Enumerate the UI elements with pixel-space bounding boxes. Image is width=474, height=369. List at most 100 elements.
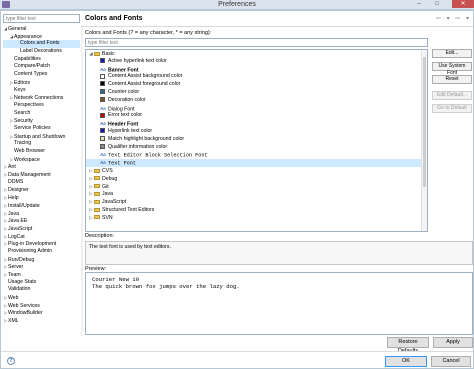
restore-defaults-button[interactable]: Restore Defaults — [387, 337, 429, 354]
color-row[interactable]: Match highlight background color — [86, 136, 427, 144]
item-label: Content Assist background color — [108, 73, 183, 80]
minimize-button[interactable]: – — [412, 0, 426, 8]
nav-item[interactable]: Provisioning Admin — [3, 248, 80, 256]
nav-scrollbar[interactable] — [81, 25, 83, 336]
nav-item[interactable]: Keys — [3, 87, 80, 95]
color-row[interactable]: Qualifier information color — [86, 144, 427, 152]
item-label: Text Font — [108, 160, 137, 167]
nav-item[interactable]: DDMS — [3, 179, 80, 187]
apply-button[interactable]: Apply — [433, 337, 473, 348]
nav-item[interactable]: ▷Workspace — [3, 156, 80, 164]
nav-item[interactable]: ◢General — [3, 25, 80, 33]
color-row[interactable]: Hyperlink text color — [86, 128, 427, 136]
nav-item[interactable]: ▷Install/Update — [3, 202, 80, 210]
scroll-thumb[interactable] — [423, 57, 426, 187]
title-separator — [81, 26, 473, 27]
go-to-default-button[interactable]: Go to Default — [432, 104, 472, 113]
item-label: Error text color — [108, 112, 143, 119]
cancel-button[interactable]: Cancel — [431, 356, 471, 367]
nav-item[interactable]: ◢Appearance — [3, 33, 80, 41]
nav-item-label: Run/Debug — [8, 256, 35, 263]
nav-item[interactable]: ▷Run/Debug — [3, 256, 80, 264]
category-row[interactable]: ▷ Git — [86, 183, 427, 191]
history-nav-arrows[interactable]: ⇦ ▾ ⇨ ▾ — [436, 15, 471, 22]
color-row[interactable]: Content Assist foreground color — [86, 81, 427, 89]
nav-item[interactable]: ▷Web Services — [3, 302, 80, 310]
item-label: Text Editor Block Selection Font — [108, 152, 208, 159]
font-row[interactable]: Aa Header Font — [86, 120, 427, 128]
nav-item-label: Web Browser — [14, 148, 46, 154]
color-row[interactable]: Decoration color — [86, 97, 427, 105]
color-swatch-icon — [100, 135, 105, 141]
item-label: Banner Font — [108, 66, 139, 73]
color-row[interactable]: Content Assist background color — [86, 73, 427, 81]
nav-item[interactable]: ▷Server — [3, 263, 80, 271]
font-row[interactable]: Aa Dialog Font — [86, 105, 427, 113]
nav-item-label: Designer — [8, 187, 29, 194]
category-row[interactable]: ▷ Java — [86, 190, 427, 198]
item-label: Active hyperlink text color — [108, 57, 167, 64]
nav-item[interactable]: ▷Ant — [3, 163, 80, 171]
nav-item[interactable]: Label Decorations — [3, 48, 80, 56]
font-row[interactable]: Aa Text Font — [86, 159, 427, 167]
item-label: JavaScript — [102, 199, 127, 206]
nav-item[interactable]: ▷XML — [3, 317, 80, 325]
nav-item[interactable]: Usage Stats — [3, 279, 80, 287]
footer-separator — [1, 351, 473, 352]
nav-item[interactable]: ▷JavaScript — [3, 225, 80, 233]
nav-item[interactable]: Content Types — [3, 71, 80, 79]
nav-filter-input[interactable]: type filter text — [3, 14, 80, 23]
nav-item-label: Usage Stats — [8, 278, 37, 285]
item-label: Debug — [102, 175, 118, 182]
nav-item[interactable]: Capabilities — [3, 56, 80, 64]
category-row[interactable]: ◢ Basic — [86, 50, 427, 58]
maximize-button[interactable]: □ — [430, 0, 444, 8]
nav-item[interactable]: Service Policies — [3, 125, 80, 133]
nav-item[interactable]: Compare/Patch — [3, 63, 80, 71]
nav-item[interactable]: ▷Web — [3, 294, 80, 302]
nav-item[interactable]: ▷Team — [3, 271, 80, 279]
reset-button[interactable]: Reset — [432, 75, 472, 84]
nav-item[interactable]: ▷Network Connections — [3, 94, 80, 102]
font-row[interactable]: Aa Banner Font — [86, 66, 427, 74]
nav-item[interactable]: ▷Security — [3, 117, 80, 125]
edit-default-button[interactable]: Edit Default... — [432, 91, 472, 100]
color-row[interactable]: Counter color — [86, 89, 427, 97]
font-row[interactable]: Aa Text Editor Block Selection Font — [86, 151, 427, 159]
category-row[interactable]: ▷ CVS — [86, 167, 427, 175]
nav-item[interactable]: ▷Designer — [3, 186, 80, 194]
nav-item[interactable]: Colors and Fonts — [3, 40, 80, 49]
nav-item[interactable]: Validation — [3, 286, 80, 294]
close-button[interactable]: ✕ — [452, 0, 474, 8]
nav-item[interactable]: ▷Java EE — [3, 217, 80, 225]
ok-button[interactable]: OK — [385, 356, 427, 367]
help-icon[interactable]: ? — [7, 357, 15, 365]
color-row[interactable]: Active hyperlink text color — [86, 58, 427, 66]
colors-tree-scrollbar[interactable] — [421, 50, 427, 231]
nav-item-label: Validation — [8, 286, 31, 293]
category-row[interactable]: ▷ Debug — [86, 175, 427, 183]
preference-tree: ◢General ◢Appearance Colors and Fonts Label… — [3, 25, 80, 336]
colors-filter-input[interactable]: type filter text — [85, 38, 428, 47]
edit-button[interactable]: Edit... — [432, 49, 472, 58]
nav-item[interactable]: ▷LogCat — [3, 233, 80, 241]
folder-icon — [94, 168, 100, 173]
category-row[interactable]: ▷ JavaScript — [86, 198, 427, 206]
category-row[interactable]: ▷ Structured Text Editors — [86, 206, 427, 214]
category-row[interactable]: ▷ SVN — [86, 214, 427, 222]
nav-item[interactable]: Perspectives — [3, 102, 80, 110]
use-system-font-button[interactable]: Use System Font — [432, 62, 472, 76]
nav-item[interactable]: ▷Editors — [3, 79, 80, 87]
nav-item[interactable]: ▷Plug-in Development — [3, 240, 80, 248]
nav-item[interactable]: Tracing — [3, 140, 80, 148]
nav-item[interactable]: ▷Java — [3, 210, 80, 218]
font-icon: Aa — [100, 121, 106, 127]
nav-item[interactable]: ▷Startup and Shutdown — [3, 133, 80, 141]
nav-item[interactable]: Search — [3, 110, 80, 118]
nav-item-label: Search — [14, 109, 31, 116]
nav-item[interactable]: ▷WindowBuilder — [3, 309, 80, 317]
nav-item[interactable]: ▷Data Management — [3, 171, 80, 179]
color-row[interactable]: Error text color — [86, 112, 427, 120]
nav-item[interactable]: Web Browser — [3, 148, 80, 156]
nav-item[interactable]: ▷Help — [3, 194, 80, 202]
